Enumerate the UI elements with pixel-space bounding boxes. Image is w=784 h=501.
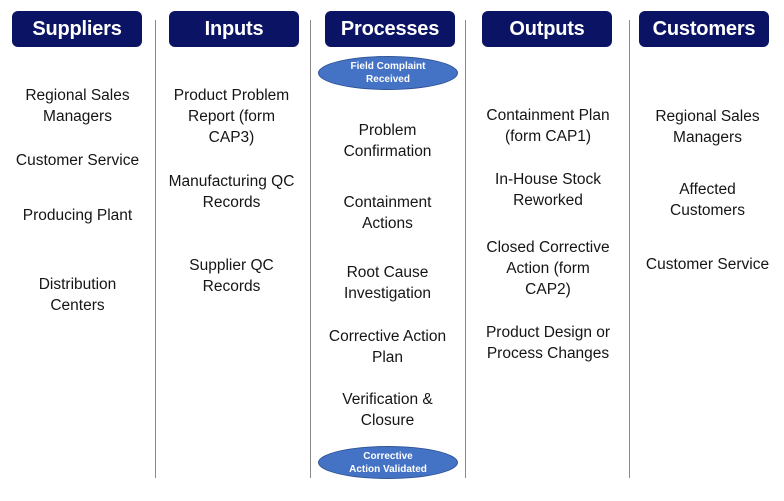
input-item: Manufacturing QC Records: [168, 173, 295, 211]
process-step: Containment Actions: [343, 194, 432, 232]
customer-item: Regional Sales Managers: [655, 108, 760, 146]
suppliers-column: Regional Sales Managers Customer Service…: [0, 0, 155, 501]
input-item: Product Problem Report (form CAP3): [173, 87, 290, 146]
column-divider: [465, 20, 466, 478]
outputs-column: Containment Plan (form CAP1) In-House St…: [468, 0, 628, 501]
process-step: Corrective Action Plan: [328, 328, 447, 366]
supplier-item: Regional Sales Managers: [25, 87, 130, 125]
supplier-item: Customer Service: [15, 152, 140, 169]
customers-column: Regional Sales Managers Affected Custome…: [630, 0, 784, 501]
supplier-item: Producing Plant: [22, 207, 133, 224]
output-item: Containment Plan (form CAP1): [486, 107, 610, 145]
output-item: Product Design or Process Changes: [485, 324, 611, 362]
inputs-column: Product Problem Report (form CAP3) Manuf…: [154, 0, 309, 501]
customer-item: Affected Customers: [670, 181, 745, 219]
output-item: Closed Corrective Action (form CAP2): [486, 239, 610, 298]
end-event-ellipse: Corrective Action Validated: [318, 446, 458, 479]
process-step: Verification & Closure: [342, 391, 433, 429]
output-item: In-House Stock Reworked: [495, 171, 601, 209]
supplier-item: Distribution Centers: [38, 276, 117, 314]
process-step: Problem Confirmation: [343, 122, 432, 160]
input-item: Supplier QC Records: [189, 257, 274, 295]
processes-column: Problem Confirmation Containment Actions…: [310, 0, 465, 501]
customer-item: Customer Service: [645, 256, 770, 273]
process-step: Root Cause Investigation: [343, 264, 432, 302]
